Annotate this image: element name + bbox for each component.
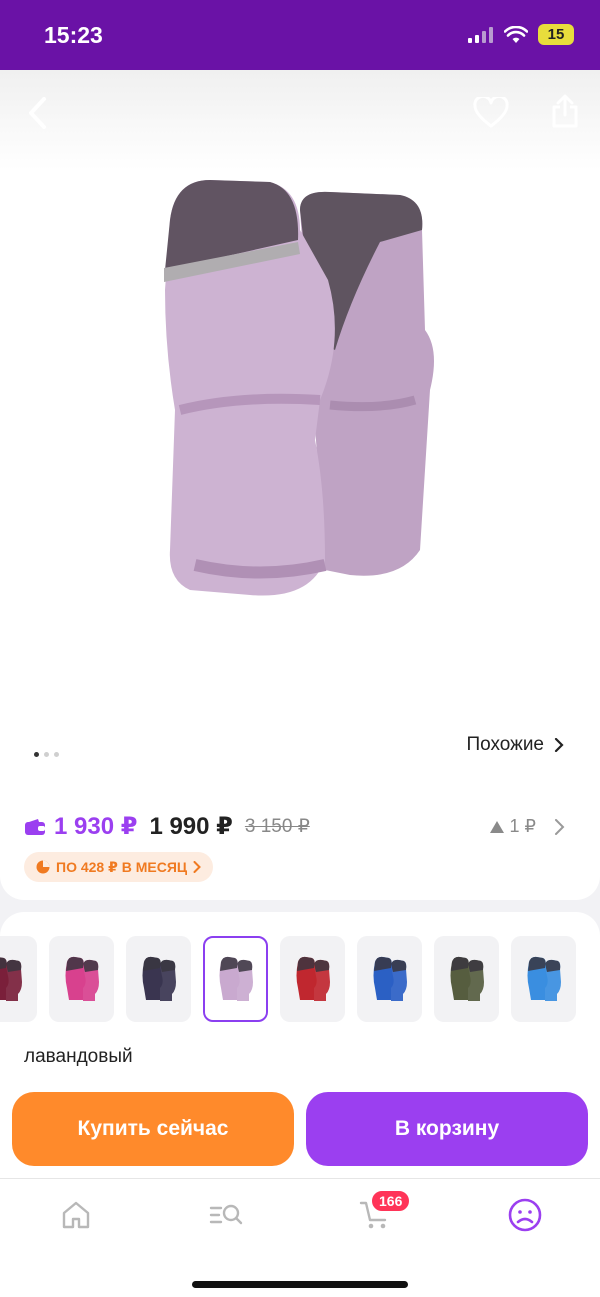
product-image: [150, 170, 460, 610]
buy-now-button[interactable]: Купить сейчас: [12, 1092, 294, 1166]
gallery-pagination: [34, 752, 59, 757]
current-price: 1 990 ₽: [149, 813, 233, 840]
color-swatch-list[interactable]: [0, 936, 576, 1022]
mitten-thumbnail: [219, 956, 253, 1001]
mitten-thumbnail: [450, 956, 484, 1001]
chevron-right-icon: [554, 738, 564, 752]
mitten-thumbnail: [142, 956, 176, 1001]
chevron-left-icon: [29, 97, 46, 129]
pie-chart-icon: [36, 860, 50, 874]
home-indicator: [192, 1281, 408, 1288]
color-swatch[interactable]: [511, 936, 576, 1022]
color-swatch[interactable]: [0, 936, 37, 1022]
cart-badge: 166: [370, 1189, 412, 1213]
signal-icon: [468, 26, 493, 43]
variant-card: лавандовый Купить сейчас В корзину: [0, 912, 600, 1182]
tab-home[interactable]: [46, 1195, 106, 1235]
home-icon: [62, 1201, 90, 1229]
color-swatch[interactable]: [434, 936, 499, 1022]
wallet-price: 1 930 ₽: [24, 812, 137, 841]
pagination-dot: [54, 752, 59, 757]
profile-icon: [508, 1198, 542, 1232]
status-icons: 15: [468, 24, 574, 45]
product-gallery[interactable]: Похожие: [0, 70, 600, 800]
heart-icon: [473, 97, 509, 128]
triangle-up-icon: [489, 820, 504, 833]
status-time: 15:23: [44, 22, 103, 48]
tab-profile[interactable]: [495, 1195, 555, 1235]
add-to-cart-button[interactable]: В корзину: [306, 1092, 588, 1166]
price-history-link[interactable]: 1 ₽: [489, 816, 566, 837]
bottom-tab-bar: 166: [0, 1178, 600, 1297]
color-swatch[interactable]: [280, 936, 345, 1022]
mitten-thumbnail: [0, 957, 22, 1001]
mitten-thumbnail: [65, 956, 99, 1001]
catalog-search-icon: [209, 1204, 243, 1225]
pagination-dot: [44, 752, 49, 757]
wallet-icon: [25, 818, 45, 835]
old-price: 3 150 ₽: [244, 816, 310, 837]
share-button[interactable]: [540, 86, 590, 136]
mitten-thumbnail: [373, 956, 407, 1001]
share-icon: [552, 94, 578, 128]
chevron-right-icon: [555, 818, 565, 835]
status-bar: 15:23 15: [0, 0, 600, 70]
battery-indicator: 15: [538, 24, 574, 45]
chevron-right-icon: [193, 861, 202, 873]
mitten-thumbnail: [296, 956, 330, 1001]
selected-color-name: лавандовый: [24, 1046, 133, 1067]
favorite-button[interactable]: [466, 88, 516, 138]
back-button[interactable]: [12, 88, 62, 138]
wifi-icon: [504, 25, 528, 43]
tab-catalog[interactable]: [196, 1195, 256, 1235]
similar-link[interactable]: Похожие: [466, 734, 564, 756]
color-swatch[interactable]: [49, 936, 114, 1022]
color-swatch[interactable]: [357, 936, 422, 1022]
pagination-dot-active: [34, 752, 39, 757]
color-swatch[interactable]: [126, 936, 191, 1022]
similar-label: Похожие: [466, 734, 544, 755]
installment-badge[interactable]: ПО 428 ₽ В МЕСЯЦ: [24, 852, 214, 882]
color-swatch[interactable]: [203, 936, 268, 1022]
mitten-thumbnail: [527, 956, 561, 1001]
price-card: 1 930 ₽ 1 990 ₽ 3 150 ₽ 1 ₽ ПО 428 ₽ В М…: [0, 800, 600, 900]
price-row: 1 930 ₽ 1 990 ₽ 3 150 ₽: [24, 812, 310, 841]
price-delta: 1 ₽: [509, 816, 536, 836]
